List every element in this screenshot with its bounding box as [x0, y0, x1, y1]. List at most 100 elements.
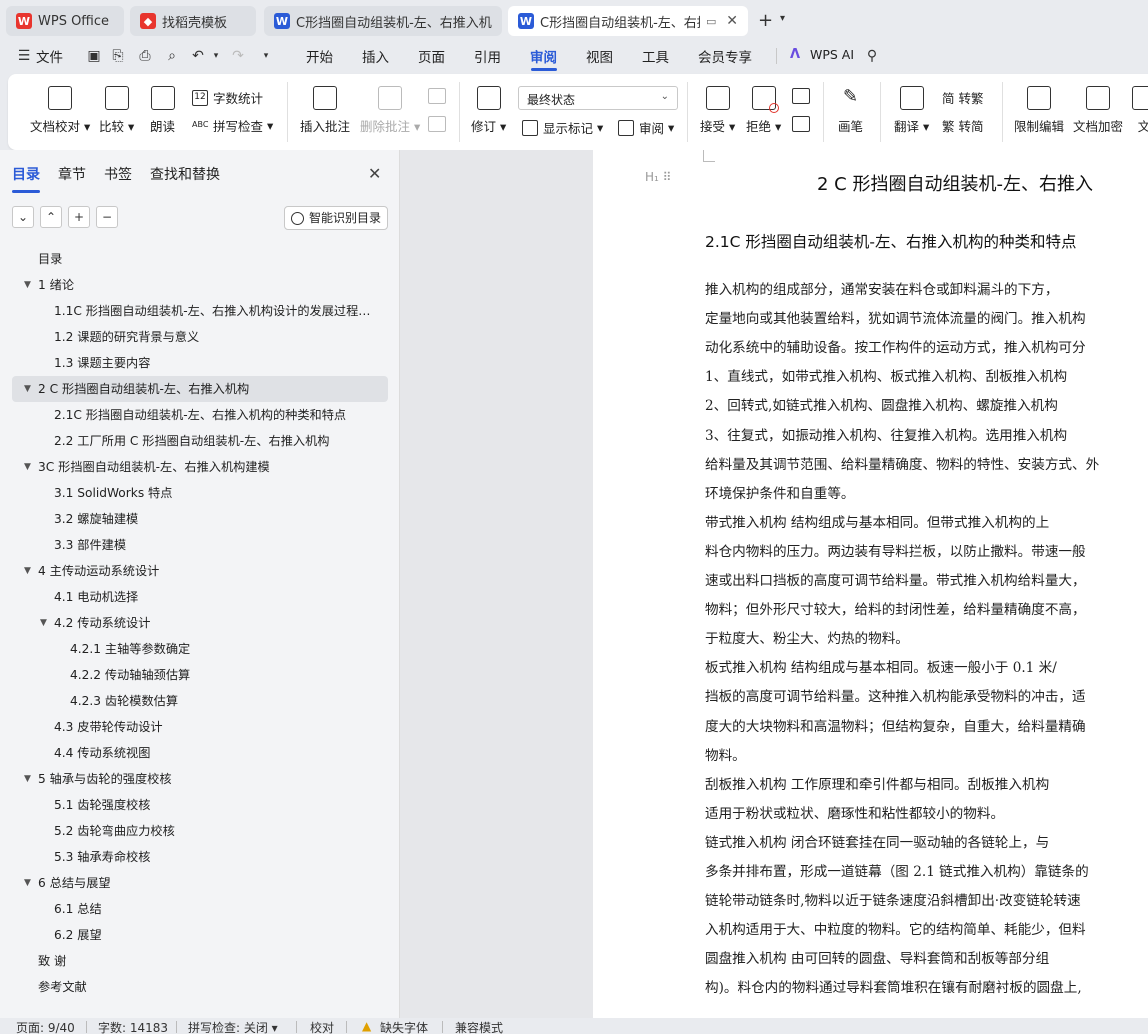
expand-arrow-icon[interactable]: ▼ — [24, 558, 31, 584]
toc-item[interactable]: 致 谢 — [12, 948, 388, 974]
toc-item[interactable]: ▼ 4 主传动运动系统设计 — [12, 558, 388, 584]
toc-item[interactable]: 6.1 总结 — [12, 896, 388, 922]
add-heading-icon[interactable]: + — [68, 206, 90, 228]
expand-arrow-icon[interactable]: ▼ — [24, 870, 31, 896]
new-tab-icon[interactable]: + — [758, 10, 773, 31]
heading-handle-icon[interactable]: H₁ ⠿ — [645, 170, 671, 184]
doc-check-button[interactable]: 文档校对 ▾ — [30, 86, 90, 135]
close-icon[interactable]: ✕ — [368, 164, 381, 183]
spell-check-status[interactable]: 拼写检查: 关闭 ▾ — [188, 1019, 278, 1034]
document-page[interactable]: H₁ ⠿ 2 C 形挡圈自动组装机-左、右推入 2.1C 形挡圈自动组装机-左、… — [593, 150, 1148, 1018]
chevron-down-icon[interactable]: ▾ — [208, 48, 224, 64]
proof-status[interactable]: 校对 — [310, 1019, 334, 1034]
menu-start[interactable]: 开始 — [306, 46, 333, 66]
read-aloud-button[interactable]: 朗读 — [150, 86, 175, 135]
revise-button[interactable]: 修订 ▾ — [471, 86, 506, 135]
spell-check-button[interactable]: ABC 拼写检查 ▾ — [192, 116, 273, 135]
expand-arrow-icon[interactable]: ▼ — [24, 766, 31, 792]
reject-button[interactable]: 拒绝 ▾ — [746, 86, 781, 135]
toc-item[interactable]: 3.2 螺旋轴建模 — [12, 506, 388, 532]
expand-arrow-icon[interactable]: ▼ — [24, 376, 31, 402]
print-preview-icon[interactable]: ⌕ — [164, 48, 180, 64]
show-markup-button[interactable]: 显示标记 ▾ — [522, 118, 603, 137]
print-icon[interactable]: ⎙ — [137, 48, 153, 64]
menu-insert[interactable]: 插入 — [362, 46, 389, 66]
tab-docer[interactable]: ◆ 找稻壳模板 — [130, 6, 256, 36]
menu-wps-ai[interactable]: WPS AI — [810, 47, 854, 62]
missing-font-status[interactable]: 缺失字体 — [380, 1019, 428, 1034]
toc-item[interactable]: 5.2 齿轮弯曲应力校核 — [12, 818, 388, 844]
expand-arrow-icon[interactable]: ▼ — [40, 610, 47, 636]
menu-reference[interactable]: 引用 — [474, 46, 501, 66]
wps-ai-icon[interactable]: Λ — [790, 48, 806, 62]
tab-bookmarks[interactable]: 书签 — [104, 164, 132, 184]
redo-icon[interactable]: ↷ — [230, 48, 246, 64]
toc-item[interactable]: 5.3 轴承寿命校核 — [12, 844, 388, 870]
toc-item[interactable]: 3.3 部件建模 — [12, 532, 388, 558]
menu-view[interactable]: 视图 — [586, 46, 613, 66]
word-count-indicator[interactable]: 字数: 14183 — [98, 1019, 168, 1034]
toc-item[interactable]: ▼ 4.2 传动系统设计 — [12, 610, 388, 636]
toc-item[interactable]: 1.2 课题的研究背景与意义 — [12, 324, 388, 350]
translate-button[interactable]: 翻译 ▾ — [894, 86, 929, 135]
word-count-button[interactable]: 12 字数统计 — [192, 88, 263, 107]
to-traditional-button[interactable]: 简 转繁 — [942, 88, 983, 107]
prev-change-icon[interactable] — [792, 88, 810, 104]
smart-toc-button[interactable]: 智能识别目录 — [284, 206, 388, 230]
tab-wps-office[interactable]: W WPS Office — [6, 6, 124, 36]
toc-item[interactable]: 1.3 课题主要内容 — [12, 350, 388, 376]
toc-item[interactable]: 2.1C 形挡圈自动组装机-左、右推入机构的种类和特点 — [12, 402, 388, 428]
pen-button[interactable]: ✎ 画笔 — [838, 86, 863, 135]
toc-item[interactable]: 6.2 展望 — [12, 922, 388, 948]
toc-item[interactable]: 4.2.1 主轴等参数确定 — [12, 636, 388, 662]
menu-review[interactable]: 审阅 — [530, 46, 557, 66]
search-icon[interactable]: ⚲ — [864, 48, 880, 64]
toc-item[interactable]: ▼ 6 总结与展望 — [12, 870, 388, 896]
expand-arrow-icon[interactable]: ▼ — [24, 272, 31, 298]
menu-file[interactable]: 文件 — [36, 46, 63, 66]
toc-item[interactable]: 参考文献 — [12, 974, 388, 1000]
toc-item[interactable]: ▼ 3C 形挡圈自动组装机-左、右推入机构建模 — [12, 454, 388, 480]
to-simplified-button[interactable]: 繁 转简 — [942, 116, 983, 135]
compare-button[interactable]: 比较 ▾ — [99, 86, 134, 135]
next-change-icon[interactable] — [792, 116, 810, 132]
tab-document-2[interactable]: W C形挡圈自动组装机-左、右推 ▭ ✕ — [508, 6, 748, 36]
toc-item[interactable]: 3.1 SolidWorks 特点 — [12, 480, 388, 506]
tab-find-replace[interactable]: 查找和替换 — [150, 164, 220, 184]
menu-lines-icon[interactable]: ☰ — [16, 48, 32, 64]
monitor-icon[interactable]: ▭ — [706, 15, 716, 28]
toc-item[interactable]: 2.2 工厂所用 C 形挡圈自动组装机-左、右推入机构 — [12, 428, 388, 454]
toc-item[interactable]: 4.3 皮带轮传动设计 — [12, 714, 388, 740]
export-icon[interactable]: ⎘ — [110, 48, 126, 64]
toc-item[interactable]: 4.4 传动系统视图 — [12, 740, 388, 766]
undo-icon[interactable]: ↶ — [190, 48, 206, 64]
menu-member[interactable]: 会员专享 — [698, 46, 752, 66]
compat-mode-status[interactable]: 兼容模式 — [455, 1019, 503, 1034]
delete-comment-button[interactable]: 删除批注 ▾ — [360, 86, 420, 135]
menu-tools[interactable]: 工具 — [642, 46, 669, 66]
chevron-down-icon[interactable]: ▾ — [780, 13, 785, 24]
toc-item[interactable]: 4.2.3 齿轮模数估算 — [12, 688, 388, 714]
prev-comment-icon[interactable] — [428, 88, 446, 104]
expand-icon[interactable]: ⌃ — [40, 206, 62, 228]
toc-item[interactable]: 目录 — [12, 246, 388, 272]
review-pane-button[interactable]: 审阅 ▾ — [618, 118, 674, 137]
save-icon[interactable]: ▣ — [86, 48, 102, 64]
tab-toc[interactable]: 目录 — [12, 164, 40, 184]
restrict-edit-button[interactable]: 限制编辑 — [1014, 86, 1064, 135]
close-tab-icon[interactable]: ✕ — [718, 13, 738, 29]
tab-chapters[interactable]: 章节 — [58, 164, 86, 184]
toc-item[interactable]: 4.2.2 传动轴轴颈估算 — [12, 662, 388, 688]
toc-item[interactable]: ▼ 1 绪论 — [12, 272, 388, 298]
doc-encrypt-button[interactable]: 文档加密 — [1073, 86, 1123, 135]
toc-item[interactable]: ▼ 5 轴承与齿轮的强度校核 — [12, 766, 388, 792]
page-indicator[interactable]: 页面: 9/40 — [16, 1019, 75, 1034]
menu-page[interactable]: 页面 — [418, 46, 445, 66]
chevron-down-icon[interactable]: ▾ — [258, 48, 274, 64]
expand-arrow-icon[interactable]: ▼ — [24, 454, 31, 480]
toc-item[interactable]: 5.1 齿轮强度校核 — [12, 792, 388, 818]
doc-more-button[interactable]: 文 — [1132, 86, 1148, 135]
toc-item[interactable]: 4.1 电动机选择 — [12, 584, 388, 610]
track-state-select[interactable]: 最终状态 ⌄ — [518, 86, 678, 110]
tab-document-1[interactable]: W C形挡圈自动组装机-左、右推入机构设 — [264, 6, 502, 36]
